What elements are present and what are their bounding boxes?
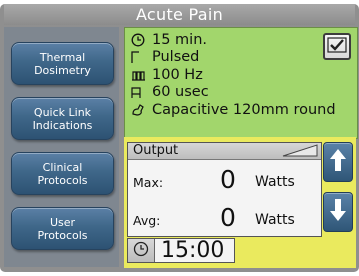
max-value: 0 — [220, 165, 236, 194]
confirm-button[interactable] — [323, 33, 351, 60]
title-bar: Acute Pain — [4, 4, 355, 25]
output-panel: Output Max: 0 Watts Avg: 0 Watts 15:00 — [124, 137, 356, 268]
output-title: Output — [133, 143, 179, 158]
user-protocols-button[interactable]: User Protocols — [11, 207, 114, 250]
pulse-width-icon — [131, 85, 146, 99]
clock-icon — [131, 33, 146, 47]
duration-value: 15 min. — [152, 31, 208, 48]
ramp-icon — [282, 144, 318, 162]
increase-output-button[interactable] — [323, 142, 353, 182]
pulse-wave-icon — [131, 50, 146, 64]
frequency-value: 100 Hz — [152, 66, 203, 83]
applicator-value: Capacitive 120mm round — [152, 101, 336, 118]
pulse-width-value: 60 usec — [152, 84, 209, 101]
decrease-output-button[interactable] — [323, 192, 353, 232]
checkmark-icon — [327, 36, 347, 57]
treatment-timer[interactable]: 15:00 — [127, 238, 235, 263]
avg-unit: Watts — [255, 212, 295, 228]
frequency-wave-icon — [131, 68, 146, 82]
mode-value: Pulsed — [152, 49, 200, 66]
parameter-list: 15 min. Pulsed 100 Hz 60 usec Capacitive… — [131, 31, 336, 119]
avg-label: Avg: — [133, 213, 161, 228]
pulse-width-row[interactable]: 60 usec — [131, 84, 336, 102]
arrow-up-icon — [329, 148, 347, 176]
arrow-down-icon — [329, 198, 347, 226]
sidebar: Thermal Dosimetry Quick Link Indications… — [4, 27, 119, 267]
thermal-dosimetry-button[interactable]: Thermal Dosimetry — [11, 42, 114, 85]
timer-icon-cell — [128, 239, 155, 262]
timer-value: 15:00 — [161, 238, 225, 263]
avg-output-row: Avg: 0 Watts — [128, 201, 321, 231]
max-output-row: Max: 0 Watts — [128, 163, 321, 193]
screen-title: Acute Pain — [135, 5, 224, 24]
output-display: Output Max: 0 Watts Avg: 0 Watts — [127, 142, 322, 237]
quick-link-indications-button[interactable]: Quick Link Indications — [11, 97, 114, 140]
applicator-row[interactable]: Capacitive 120mm round — [131, 101, 336, 119]
parameters-panel: 15 min. Pulsed 100 Hz 60 usec Capacitive… — [124, 27, 358, 139]
applicator-icon — [131, 103, 146, 117]
clock-icon — [133, 241, 149, 261]
avg-value: 0 — [220, 203, 236, 232]
frequency-row[interactable]: 100 Hz — [131, 66, 336, 84]
output-header: Output — [128, 143, 321, 160]
device-screen: Acute Pain Thermal Dosimetry Quick Link … — [0, 4, 359, 272]
max-unit: Watts — [255, 174, 295, 190]
max-label: Max: — [133, 175, 164, 190]
clinical-protocols-button[interactable]: Clinical Protocols — [11, 152, 114, 195]
duration-row[interactable]: 15 min. — [131, 31, 336, 49]
mode-row[interactable]: Pulsed — [131, 49, 336, 67]
